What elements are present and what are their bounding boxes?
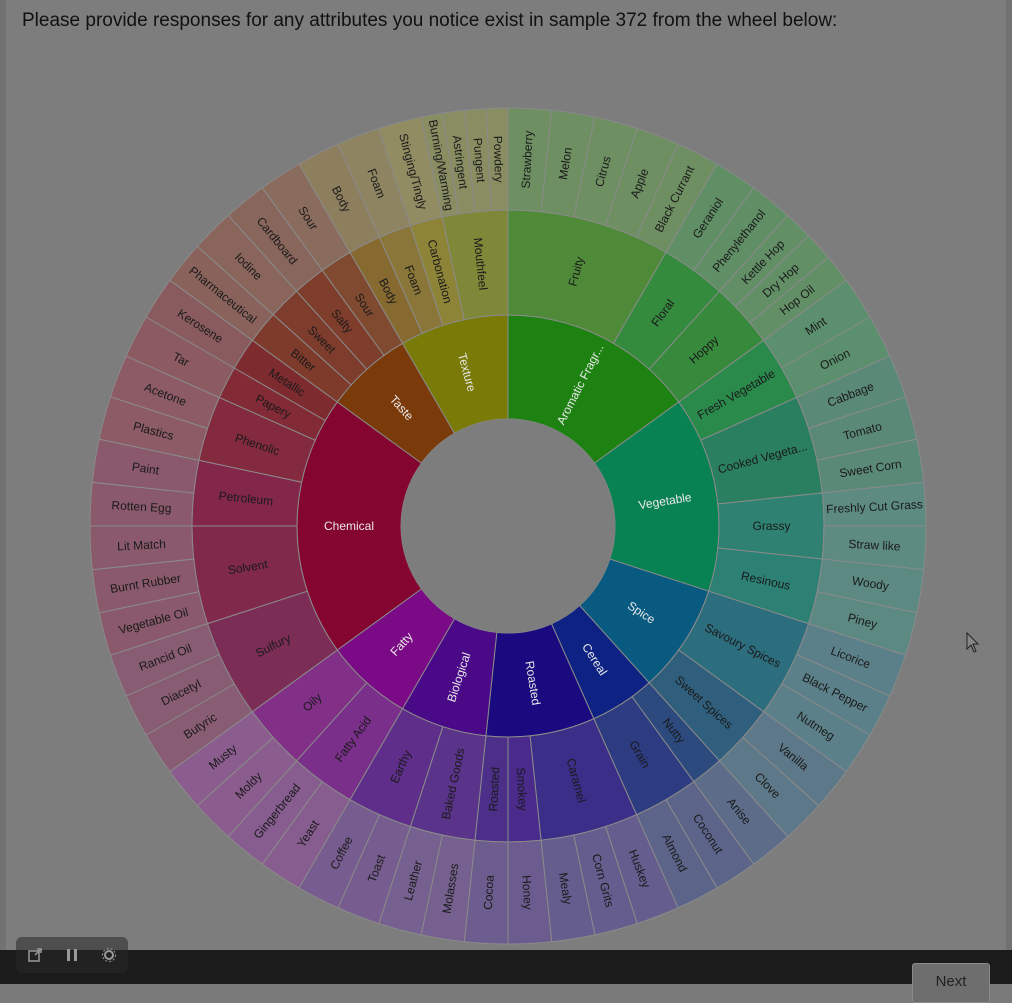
wheel-segment-label: Chemical: [324, 519, 374, 533]
wheel-attribute-label: Honey: [519, 875, 535, 910]
mouse-cursor-icon: [966, 632, 980, 653]
bottom-bar: [0, 950, 1012, 984]
flavor-wheel: Strawberry Melon Citrus Apple Black CurrantF…: [89, 107, 927, 945]
media-controls: [16, 937, 128, 973]
next-button[interactable]: Next: [912, 963, 990, 1003]
settings-icon[interactable]: [100, 946, 118, 964]
share-icon[interactable]: [26, 946, 44, 964]
wheel-subsegment-label: Roasted: [486, 766, 502, 811]
wheel-attribute-label: Lit Match: [117, 537, 166, 554]
wheel-attribute-label: Cocoa: [481, 874, 497, 910]
wheel-subsegment-label: Smokey: [514, 767, 530, 811]
wheel-center: [401, 419, 615, 633]
wheel-attribute-label: Powdery: [491, 136, 506, 183]
wheel-attribute-label: Straw like: [848, 537, 901, 554]
wheel-subsegment-label: Grassy: [752, 519, 790, 533]
pause-icon[interactable]: [63, 946, 81, 964]
